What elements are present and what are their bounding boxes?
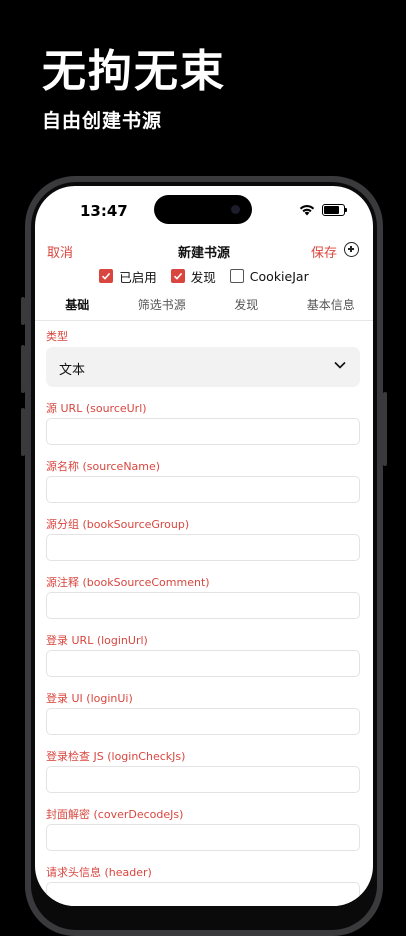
- type-select-value: 文本: [59, 363, 86, 378]
- status-bar: 13:47: [35, 186, 373, 232]
- tab-explore[interactable]: 发现: [204, 290, 289, 320]
- source-url-label: 源 URL (sourceUrl): [46, 402, 147, 415]
- status-icons: [298, 203, 347, 216]
- source-group-input[interactable]: [46, 534, 360, 561]
- tab-filter-source[interactable]: 筛选书源: [120, 290, 205, 320]
- login-check-js-input[interactable]: [46, 766, 360, 793]
- type-label: 类型: [46, 330, 68, 343]
- front-camera-icon: [231, 205, 240, 214]
- battery-icon: [322, 203, 347, 216]
- status-time: 13:47: [80, 202, 128, 220]
- source-name-input[interactable]: [46, 476, 360, 503]
- nav-bar: 取消 新建书源 保存: [35, 240, 373, 262]
- login-ui-input[interactable]: [46, 708, 360, 735]
- cover-decode-js-input[interactable]: [46, 824, 360, 851]
- source-comment-label: 源注释 (bookSourceComment): [46, 576, 210, 589]
- save-button[interactable]: 保存: [311, 242, 337, 261]
- cookiejar-checkbox-label: CookieJar: [249, 268, 309, 284]
- wifi-icon: [299, 205, 315, 216]
- header-input[interactable]: [46, 882, 360, 906]
- enabled-checkbox[interactable]: 已启用: [99, 267, 157, 286]
- chevron-down-icon: [334, 361, 346, 369]
- phone-action-button: [21, 297, 25, 325]
- promo-title: 无拘无束: [42, 46, 226, 97]
- promo-subtitle: 自由创建书源: [42, 110, 163, 132]
- phone-volume-up-button: [21, 345, 25, 393]
- login-url-label: 登录 URL (loginUrl): [46, 634, 148, 647]
- add-circle-icon[interactable]: [344, 242, 359, 257]
- source-name-label: 源名称 (sourceName): [46, 460, 161, 473]
- dynamic-island: [154, 195, 252, 224]
- login-check-js-label: 登录检查 JS (loginCheckJs): [46, 750, 186, 763]
- tab-basic[interactable]: 基础: [35, 290, 120, 320]
- checkbox-unchecked-icon: [229, 269, 244, 283]
- type-select[interactable]: 文本: [46, 347, 360, 387]
- phone-screen: 13:47 取消 新建书源 保存 已启用 发现 CookieJar 基础 筛选书…: [35, 186, 373, 906]
- source-url-input[interactable]: [46, 418, 360, 445]
- login-url-input[interactable]: [46, 650, 360, 677]
- phone-power-button: [383, 392, 387, 466]
- source-comment-input[interactable]: [46, 592, 360, 619]
- header-label: 请求头信息 (header): [46, 866, 152, 879]
- explore-checkbox-label: 发现: [190, 269, 216, 285]
- phone-volume-down-button: [21, 408, 25, 456]
- cookiejar-checkbox[interactable]: CookieJar: [229, 268, 309, 284]
- tab-bar: 基础 筛选书源 发现 基本信息: [35, 290, 373, 321]
- enabled-checkbox-label: 已启用: [119, 269, 157, 285]
- cover-decode-js-label: 封面解密 (coverDecodeJs): [46, 808, 184, 821]
- explore-checkbox[interactable]: 发现: [170, 267, 216, 286]
- source-group-label: 源分组 (bookSourceGroup): [46, 518, 190, 531]
- login-ui-label: 登录 UI (loginUi): [46, 692, 133, 705]
- checkbox-checked-icon: [170, 269, 185, 283]
- checkbox-checked-icon: [99, 269, 114, 283]
- tab-basic-info[interactable]: 基本信息: [289, 290, 374, 320]
- options-row: 已启用 发现 CookieJar: [35, 266, 373, 286]
